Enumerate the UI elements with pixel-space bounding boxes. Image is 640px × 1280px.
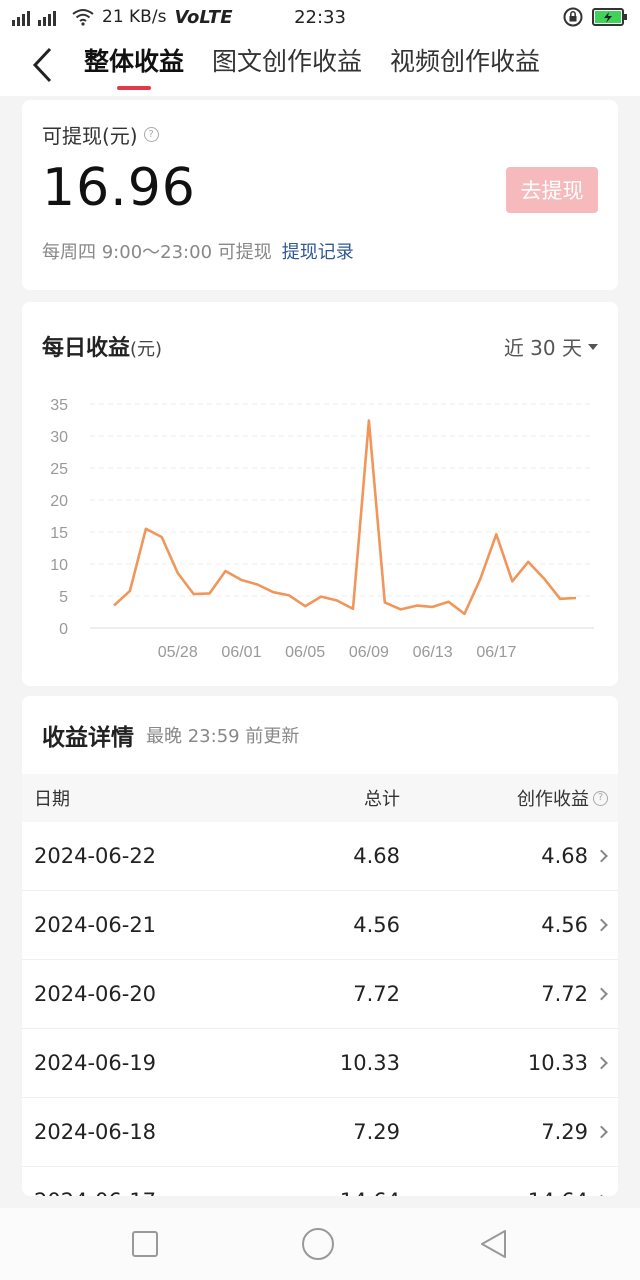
y-tick-label: 10 [50,557,68,574]
row-creation-earnings: 10.33 [400,1051,618,1075]
col-creation-earnings: 创作收益 ? [400,785,618,811]
row-creation-earnings-value: 7.72 [541,982,588,1006]
status-bar: 21 KB/s VoLTE 22:33 [0,0,640,34]
row-creation-earnings-value: 10.33 [527,1051,588,1075]
row-creation-earnings-value: 7.29 [541,1120,588,1144]
row-creation-earnings: 4.68 [400,844,618,868]
daily-earnings-chart: 0 5 10 15 20 25 30 35 05/28 06/01 06/05 06/09 06/13 0… [50,397,594,661]
row-date: 2024-06-22 [34,844,157,868]
system-nav-bar [0,1208,640,1280]
row-date: 2024-06-17 [22,1189,262,1196]
chevron-right-icon [595,1125,608,1139]
row-total: 7.72 [353,982,400,1006]
table-header: 日期 总计 创作收益 ? [22,774,618,822]
chart-title: 每日收益(元) [42,330,162,362]
detail-subtitle: 最晚 23:59 前更新 [146,726,300,747]
range-select-label: 近 30 天 [503,336,582,360]
y-tick-label: 25 [50,461,68,478]
row-creation-earnings: 7.29 [400,1120,618,1144]
col-date: 日期 [34,789,70,810]
chevron-right-icon [595,1194,608,1196]
row-creation-earnings-value: 4.68 [541,844,588,868]
row-date: 2024-06-20 [34,982,157,1006]
earnings-detail-card: 收益详情 最晚 23:59 前更新 日期 总计 创作收益 ? 2024-06-2… [22,696,618,1196]
x-tick-label: 06/17 [476,644,516,661]
table-row[interactable]: 2024-06-22 4.68 4.68 [22,822,618,891]
x-tick-label: 06/09 [349,644,389,661]
row-total: 4.68 [353,844,400,868]
row-creation-earnings: 7.72 [400,982,618,1006]
withdraw-button[interactable]: 去提现 [506,167,598,213]
table-row[interactable]: 2024-06-19 10.33 10.33 [22,1029,618,1098]
col-creation-earnings-label: 创作收益 [517,789,589,810]
x-tick-label: 06/05 [285,644,325,661]
y-tick-label: 35 [50,397,68,414]
row-creation-earnings-value: 14.64 [528,1189,588,1196]
withdraw-record-link[interactable]: 提现记录 [282,238,354,264]
back-button[interactable] [0,34,84,96]
table-row[interactable]: 2024-06-18 7.29 7.29 [22,1098,618,1167]
row-date: 2024-06-19 [34,1051,157,1075]
detail-title: 收益详情 [42,725,134,751]
chevron-right-icon [595,1056,608,1070]
col-total: 总计 [364,789,400,810]
chevron-right-icon [595,918,608,932]
withdraw-schedule: 每周四 9:00～23:00 可提现 [42,242,272,263]
y-tick-label: 0 [59,621,68,638]
y-tick-label: 20 [50,493,68,510]
x-tick-label: 06/13 [413,644,453,661]
tab-overall-earnings[interactable]: 整体收益 [84,42,184,88]
y-tick-label: 30 [50,429,68,446]
tab-article-earnings[interactable]: 图文创作收益 [212,42,362,88]
back-triangle-icon[interactable] [478,1228,508,1260]
help-icon[interactable]: ? [143,127,159,142]
row-total: 10.33 [339,1051,400,1075]
tab-video-earnings[interactable]: 视频创作收益 [390,42,540,88]
table-row[interactable]: 2024-06-1714.6414.64 [22,1167,618,1196]
header: 整体收益 图文创作收益 视频创作收益 [0,34,640,96]
chart-title-text: 每日收益 [42,336,131,361]
back-arrow-icon [32,47,52,83]
range-select[interactable]: 近 30 天 [504,332,598,361]
row-total: 4.56 [353,913,400,937]
chart-unit: (元) [130,339,163,360]
clock: 22:33 [294,6,346,28]
withdraw-card: 可提现(元) ? 16.96 去提现 每周四 9:00～23:00 可提现 提现… [22,100,618,290]
withdrawable-label: 可提现(元) [42,124,138,148]
recent-apps-button[interactable] [132,1231,158,1257]
help-icon[interactable]: ? [593,790,608,806]
table-row[interactable]: 2024-06-21 4.56 4.56 [22,891,618,960]
daily-earnings-card: 每日收益(元) 近 30 天 0 5 10 15 20 25 30 35 05/28 06/01 0… [22,302,618,686]
chevron-right-icon [595,987,608,1001]
y-tick-label: 15 [50,525,68,542]
row-creation-earnings: 14.64 [400,1189,618,1196]
row-creation-earnings-value: 4.56 [541,913,588,937]
row-date: 2024-06-21 [34,913,157,937]
table-row[interactable]: 2024-06-20 7.72 7.72 [22,960,618,1029]
x-tick-label: 05/28 [158,644,198,661]
y-tick-label: 5 [59,589,68,606]
row-creation-earnings: 4.56 [400,913,618,937]
earnings-line [113,419,577,616]
row-date: 2024-06-18 [34,1120,157,1144]
caret-down-icon [588,343,598,350]
row-total: 14.64 [262,1189,400,1196]
row-total: 7.29 [353,1120,400,1144]
chevron-right-icon [595,849,608,863]
withdrawable-amount: 16.96 [42,158,196,218]
x-tick-label: 06/01 [221,644,261,661]
home-button[interactable] [302,1228,334,1260]
